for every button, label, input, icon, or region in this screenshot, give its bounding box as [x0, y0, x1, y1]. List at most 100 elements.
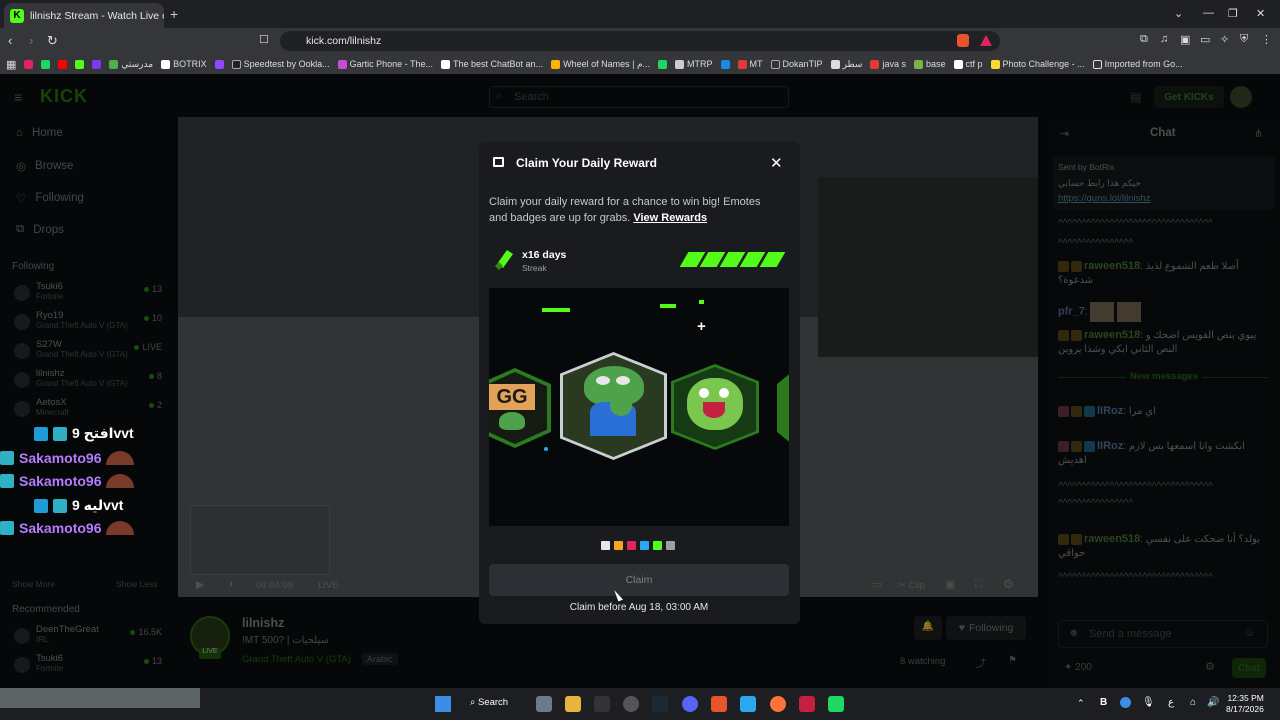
menu-icon[interactable]: ⋮ [1261, 33, 1272, 46]
bookmarks-bar: ▦ مدرستي BOTRIX Speedtest by Ookla... Ga… [0, 54, 1280, 74]
rarity-dot [640, 541, 649, 550]
bluetooth-icon[interactable]: B [1100, 697, 1107, 708]
overlay-chat-line: ليه 9vvt [34, 497, 123, 514]
vpn-icon[interactable]: ⛨ [1240, 33, 1248, 46]
close-icon[interactable]: ✕ [770, 154, 783, 172]
bookmark-item[interactable]: MTRP [675, 59, 713, 69]
bookmark-item[interactable]: Wheel of Names | م... [551, 59, 650, 70]
modal-title: Claim Your Daily Reward [516, 156, 657, 170]
overlay-chat-line: Sakamoto96 [0, 520, 135, 536]
file-explorer-icon[interactable] [565, 696, 581, 712]
confetti [544, 447, 548, 451]
network-icon[interactable]: ⌂ [1190, 697, 1196, 708]
rarity-dot [666, 541, 675, 550]
forward-icon[interactable]: › [29, 33, 33, 48]
address-bar[interactable]: kick.com/lilnishz [280, 31, 1000, 51]
brave-rewards-icon[interactable] [980, 35, 992, 46]
brave-shield-icon[interactable] [957, 34, 969, 47]
apps-icon[interactable]: ▦ [6, 58, 16, 71]
wallet-icon[interactable]: ▭ [1200, 33, 1210, 46]
bookmark-item[interactable]: DokanTIP [770, 59, 823, 69]
bookmark-item[interactable]: Gartic Phone - The... [337, 59, 433, 69]
clock[interactable]: 12:35 PM 8/17/2026 [1226, 693, 1264, 715]
streak-icon [495, 250, 513, 270]
confetti [542, 308, 570, 312]
media-icon[interactable]: ♫ [1160, 33, 1168, 45]
language-icon[interactable]: ع [1168, 697, 1174, 708]
gauge-icon [106, 451, 135, 465]
mic-icon[interactable]: 🎙 [1142, 697, 1155, 708]
brave-icon[interactable] [711, 696, 727, 712]
app-icon[interactable] [740, 696, 756, 712]
steam-icon[interactable] [652, 696, 668, 712]
gauge-icon [106, 521, 135, 535]
bookmark-icon[interactable] [92, 59, 102, 69]
bookmark-item[interactable]: The best ChatBot an... [441, 59, 543, 69]
sidebar-icon[interactable]: ▣ [1180, 33, 1190, 46]
bookmark-icon[interactable] [41, 59, 51, 69]
bookmark-item[interactable]: مدرستي [109, 59, 153, 70]
bookmark-item[interactable]: Photo Challenge - ... [990, 59, 1085, 69]
reward-spinner: + GG [489, 288, 789, 526]
maximize-icon[interactable]: ❐ [1228, 7, 1238, 20]
bookmark-item[interactable]: BOTRIX [161, 59, 207, 69]
rarity-dot [601, 541, 610, 550]
new-tab-icon[interactable]: + [170, 6, 178, 22]
rarity-dot [627, 541, 636, 550]
browser-tab-bar [0, 0, 1280, 28]
confetti [660, 304, 676, 308]
taskbar-search[interactable]: ⌕ Search [470, 697, 508, 708]
back-icon[interactable]: ‹ [8, 33, 12, 48]
extensions-icon[interactable]: ⧉ [1140, 33, 1148, 46]
bookmark-icon[interactable] [720, 59, 730, 69]
rarity-legend [601, 541, 675, 550]
tray-chevron-icon[interactable]: ⌃ [1077, 698, 1085, 709]
app-icon[interactable] [828, 696, 844, 712]
streak-progress [679, 252, 786, 267]
gauge-icon [106, 474, 135, 488]
emote-card-partial [777, 368, 789, 448]
firefox-icon[interactable] [770, 696, 786, 712]
bookmark-icon[interactable] [24, 59, 34, 69]
app-icon[interactable] [799, 696, 815, 712]
rarity-dot [653, 541, 662, 550]
bookmark-item[interactable]: java s [870, 59, 906, 69]
tab-search-icon[interactable]: ⌄ [1174, 7, 1183, 20]
tray-icon[interactable] [1120, 697, 1131, 708]
terminal-icon[interactable] [594, 696, 610, 712]
bookmark-item[interactable]: سطر [830, 59, 862, 70]
rarity-dot [614, 541, 623, 550]
volume-icon[interactable]: 🔊 [1207, 697, 1219, 708]
overlay-chat-line: Sakamoto96 [0, 473, 135, 489]
bookmark-item[interactable]: base [913, 59, 946, 69]
bookmark-item[interactable]: ctf p [953, 59, 983, 69]
youtube-icon[interactable] [58, 59, 68, 69]
confetti [699, 300, 704, 304]
leo-icon[interactable]: ✧ [1220, 33, 1229, 46]
view-rewards-link[interactable]: View Rewards [633, 212, 707, 224]
claim-button[interactable]: Claim [489, 564, 789, 596]
widgets-icon[interactable] [536, 696, 552, 712]
kick-icon[interactable] [75, 59, 85, 69]
app-icon[interactable] [623, 696, 639, 712]
bookmark-item[interactable]: MT [737, 59, 763, 69]
streak-label: Streak [522, 263, 547, 273]
emote-card-blob [671, 364, 759, 450]
twitch-icon[interactable] [214, 59, 224, 69]
sparkle-icon: + [697, 318, 706, 335]
claim-deadline: Claim before Aug 18, 03:00 AM [569, 602, 709, 613]
bookmark-item[interactable]: Speedtest by Ookla... [231, 59, 330, 69]
browser-tab[interactable]: K lilnishz Stream - Watch Live on K ✕ [4, 3, 164, 28]
discord-icon[interactable] [682, 696, 698, 712]
minimize-icon[interactable]: — [1203, 7, 1214, 19]
bookmark-icon[interactable] [658, 59, 668, 69]
close-window-icon[interactable]: ✕ [1256, 7, 1265, 20]
bookmark-icon[interactable]: ☐ [259, 33, 269, 46]
emote-card-pepe [560, 352, 667, 460]
bookmark-folder[interactable]: Imported from Go... [1092, 59, 1183, 69]
start-icon[interactable] [435, 696, 451, 712]
reload-icon[interactable]: ↻ [47, 33, 58, 49]
streak-days: x16 days [522, 249, 567, 261]
url-text: kick.com/lilnishz [306, 35, 382, 47]
wallpaper-strip [0, 688, 200, 708]
